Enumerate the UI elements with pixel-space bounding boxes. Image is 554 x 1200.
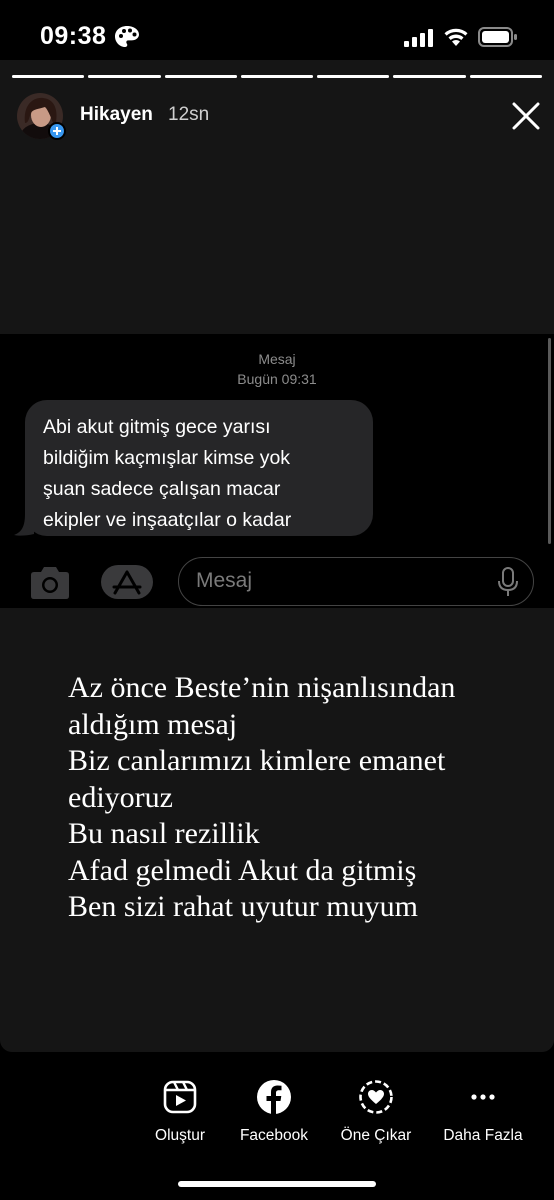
message-line: bildiğim kaçmışlar kimse yok (43, 447, 291, 469)
more-button[interactable]: Daha Fazla (428, 1075, 538, 1145)
story-username[interactable]: Hikayen (80, 104, 153, 126)
story-caption: Az önce Beste’nin nişanlısından aldığım m… (68, 670, 538, 926)
message-input-placeholder: Mesaj (196, 569, 253, 592)
caption-line: Biz canlarımızı kimlere emanet (68, 744, 446, 777)
story-timestamp: 12sn (168, 104, 210, 125)
progress-segment (88, 75, 161, 78)
add-story-icon[interactable] (48, 122, 66, 140)
facebook-icon (257, 1080, 291, 1115)
more-icon (471, 1094, 495, 1100)
facebook-label: Facebook (239, 1127, 309, 1144)
progress-segment-fill (393, 75, 466, 78)
caption-line: Bu nasıl rezillik (68, 817, 260, 850)
progress-segment-fill (88, 75, 161, 78)
story-action-bar: Oluştur Facebook Öne Çıkar Daha Fazla (0, 1075, 554, 1155)
camera-icon (31, 567, 69, 599)
home-indicator (178, 1181, 376, 1187)
microphone-icon (498, 567, 518, 596)
battery-icon (478, 27, 517, 47)
progress-segment (164, 75, 237, 78)
progress-segment-fill (469, 75, 542, 78)
scroll-indicator (548, 338, 551, 544)
progress-segment-fill (164, 75, 237, 78)
palette-icon (115, 26, 139, 47)
caption-line: Afad gelmedi Akut da gitmiş (68, 853, 417, 887)
reels-icon (163, 1080, 197, 1114)
progress-segment (317, 75, 390, 78)
more-label: Daha Fazla (443, 1127, 523, 1144)
progress-segment-fill (240, 75, 314, 78)
facebook-button[interactable]: Facebook (219, 1075, 329, 1145)
message-line: ekipler ve inşaatçılar o kadar (43, 509, 292, 531)
signal-icon (404, 29, 433, 47)
progress-segment (240, 75, 314, 78)
caption-line: Az önce Beste’nin nişanlısından (68, 671, 456, 704)
progress-segment-fill (317, 75, 390, 78)
progress-segment (469, 75, 542, 78)
message-header-date: Bugün 09:31 (237, 371, 317, 387)
message-line: Abi akut gitmiş gece yarısı (43, 416, 271, 438)
progress-segment (12, 75, 85, 78)
caption-line: ediyoruz (68, 780, 173, 814)
close-icon[interactable] (506, 96, 546, 136)
highlight-button[interactable]: Öne Çıkar (321, 1075, 431, 1145)
highlight-label: Öne Çıkar (340, 1127, 412, 1144)
status-bar: 09:38 (0, 0, 554, 72)
story-progress-bar (12, 75, 542, 80)
caption-line: aldığım mesaj (68, 707, 238, 741)
message-bubble: Abi akut gitmiş gece yarısı bildiğim kaçm… (25, 400, 373, 536)
message-header-title: Mesaj (258, 351, 296, 367)
message-line: şuan sadece çalışan macar (43, 478, 281, 500)
highlight-heart-icon (359, 1080, 393, 1114)
wifi-icon (444, 28, 468, 46)
progress-segment-fill (12, 75, 85, 78)
progress-segment (393, 75, 466, 78)
appstore-icon (101, 565, 153, 599)
status-time: 09:38 (40, 22, 107, 50)
caption-line: Ben sizi rahat uyutur muyum (68, 890, 418, 923)
